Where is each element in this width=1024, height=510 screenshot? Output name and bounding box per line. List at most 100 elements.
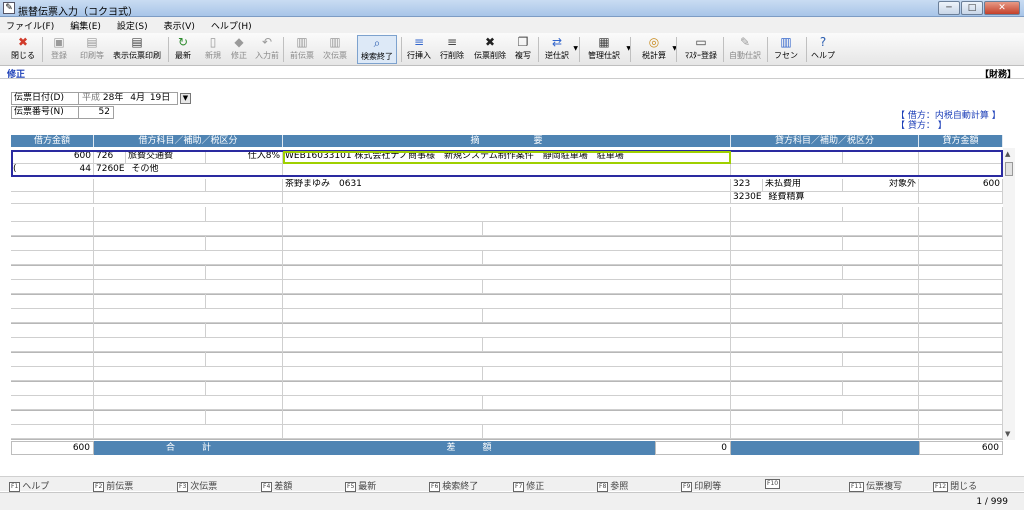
row8-cell[interactable] [919,352,1003,367]
row8-cell[interactable] [483,367,731,381]
row10-cell[interactable] [283,425,483,439]
row3-cell[interactable] [283,222,483,236]
row4-cell[interactable] [731,236,843,251]
row3-cell[interactable] [206,207,283,222]
scroll-up-icon[interactable]: ▲ [1005,150,1010,158]
row6-cell[interactable] [11,294,94,309]
row6-cell[interactable] [919,309,1003,323]
row3-cell[interactable] [483,222,731,236]
row8-cell[interactable] [11,352,94,367]
auto-journal-button[interactable]: ✎ 自動仕訳 [727,35,763,64]
fkey-f7[interactable]: F7 修正 [513,479,544,492]
maximize-button[interactable]: □ [961,1,983,15]
row6-cell[interactable] [94,309,283,323]
row3-cell[interactable] [94,222,283,236]
row9-cell[interactable] [483,396,731,410]
row10-cell[interactable] [206,410,283,425]
row10-cell[interactable] [283,410,731,425]
fkey-f11[interactable]: F11 伝票複写 [849,479,902,492]
prev-slip-button[interactable]: ▥ 前伝票 [288,35,316,64]
row8-cell[interactable] [919,367,1003,381]
new-button[interactable]: ▯ 新規 [202,35,224,64]
row4-cell[interactable] [843,236,919,251]
print-shown-button[interactable]: ▤ 表示伝票印刷 [110,35,164,64]
row5-cell[interactable] [94,280,283,294]
row9-cell[interactable] [206,381,283,396]
menu-settings[interactable]: 設定(S) [117,19,148,32]
row3-cell[interactable] [843,207,919,222]
slip-delete-button[interactable]: ✖ 伝票削除 [471,35,509,64]
row6-cell[interactable] [919,294,1003,309]
row5-cell[interactable] [843,265,919,280]
row7-cell[interactable] [94,323,206,338]
fkey-f3[interactable]: F3 次伝票 [177,479,217,492]
row7-cell[interactable] [843,323,919,338]
row10-cell[interactable] [843,410,919,425]
row8-cell[interactable] [843,352,919,367]
menu-edit[interactable]: 編集(E) [70,19,101,32]
row6-cell[interactable] [94,294,206,309]
row10-cell[interactable] [731,425,919,439]
fkey-f2[interactable]: F2 前伝票 [93,479,133,492]
row5-cell[interactable] [731,265,843,280]
slip-number-field[interactable]: 52 [78,106,114,119]
input-prev-button[interactable]: ↶ 入力前 [252,35,282,64]
next-slip-button[interactable]: ▥ 次伝票 [320,35,350,64]
row5-cell[interactable] [206,265,283,280]
row3-cell[interactable] [11,222,94,236]
refresh-button[interactable]: ↻ 最新 [172,35,194,64]
row6-cell[interactable] [283,309,483,323]
tax-calc-button[interactable]: ◎ 税計算 ▼ [637,35,677,64]
row7-cell[interactable] [483,338,731,352]
row7-cell[interactable] [206,323,283,338]
register-button[interactable]: ▣ 登録 [46,35,72,64]
row8-cell[interactable] [206,352,283,367]
row10-cell[interactable] [483,425,731,439]
row5-cell[interactable] [919,280,1003,294]
row6-cell[interactable] [483,309,731,323]
row10-cell[interactable] [94,410,206,425]
row9-cell[interactable] [11,381,94,396]
row9-cell[interactable] [283,381,731,396]
row10-cell[interactable] [11,425,94,439]
row10-cell[interactable] [919,410,1003,425]
row7-cell[interactable] [919,338,1003,352]
row-delete-button[interactable]: ≡ 行削除 [437,35,467,64]
row8-cell[interactable] [11,367,94,381]
slip-date-field[interactable]: 平成 28年 4月 19日 [78,92,178,105]
row5-cell[interactable] [11,280,94,294]
sticky-note-button[interactable]: ▥ フセン [772,35,800,64]
row5-cell[interactable] [483,280,731,294]
row7-cell[interactable] [94,338,283,352]
row9-cell[interactable] [94,381,206,396]
master-register-button[interactable]: ▭ ﾏｽﾀｰ登録 [680,35,722,64]
help-button[interactable]: ? ヘルプ [810,35,836,64]
row6-cell[interactable] [11,309,94,323]
row6-cell[interactable] [731,294,843,309]
row3-cell[interactable] [11,207,94,222]
fkey-f8[interactable]: F8 参照 [597,479,628,492]
row4-cell[interactable] [731,251,919,265]
copy-button[interactable]: ❐ 複写 [512,35,534,64]
row4-cell[interactable] [11,251,94,265]
row3-cell[interactable] [283,207,731,222]
row8-cell[interactable] [94,367,283,381]
row3-cell[interactable] [919,207,1003,222]
search-end-button[interactable]: ⌕ 検索終了 [357,35,397,64]
print-button[interactable]: ▤ 印刷等 [77,35,107,64]
row9-cell[interactable] [94,396,283,410]
row4-cell[interactable] [206,236,283,251]
row4-cell[interactable] [283,251,483,265]
row4-cell[interactable] [11,236,94,251]
row2-debit-sub[interactable] [94,192,283,204]
reverse-journal-button[interactable]: ⇄ 逆仕訳 ▼ [542,35,578,64]
row2-credit-code[interactable]: 323 [731,179,763,192]
row7-cell[interactable] [731,338,919,352]
row10-cell[interactable] [919,425,1003,439]
row4-cell[interactable] [919,236,1003,251]
row5-cell[interactable] [11,265,94,280]
row4-cell[interactable] [94,251,283,265]
row8-cell[interactable] [731,352,843,367]
row2-debit-tax[interactable] [206,179,283,192]
row3-cell[interactable] [731,207,843,222]
